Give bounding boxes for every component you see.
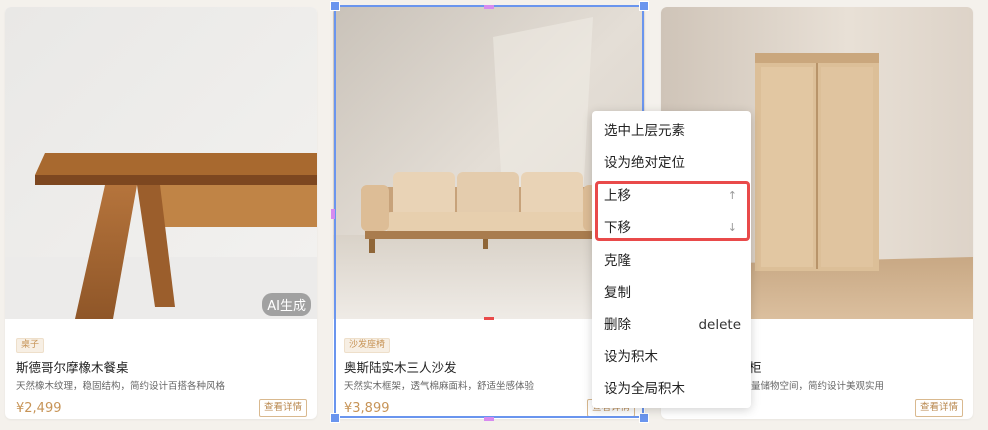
- image-boundary-marker: [484, 317, 494, 320]
- product-title: 奥斯陆实木三人沙发: [344, 360, 457, 375]
- product-description: 量储物空间，简约设计美观实用: [751, 381, 885, 392]
- view-details-button[interactable]: 查看详情: [258, 399, 307, 417]
- product-description: 天然实木框架，透气棉麻面料，舒适坐感体验: [344, 381, 535, 392]
- resize-handle-bottom[interactable]: [484, 417, 494, 421]
- resize-handle-bottom-right[interactable]: [639, 413, 649, 423]
- product-description: 天然橡木纹理，稳固结构，简约设计百搭各种风格: [16, 381, 226, 392]
- menu-item-select-parent[interactable]: 选中上层元素: [604, 120, 741, 142]
- ai-generated-badge: AI生成: [262, 293, 311, 316]
- product-image-table: AI生成: [5, 7, 317, 319]
- product-title: 斯德哥尔摩橡木餐桌: [16, 360, 129, 375]
- menu-item-set-absolute[interactable]: 设为绝对定位: [604, 152, 741, 174]
- resize-handle-top-left[interactable]: [330, 1, 340, 11]
- resize-handle-top-right[interactable]: [639, 1, 649, 11]
- product-price: ¥3,899: [344, 401, 390, 416]
- menu-item-set-block[interactable]: 设为积木: [604, 346, 741, 368]
- category-tag: 沙发座椅: [344, 338, 391, 353]
- product-card-table[interactable]: AI生成 桌子 斯德哥尔摩橡木餐桌 天然橡木纹理，稳固结构，简约设计百搭各种风格…: [5, 7, 317, 419]
- resize-handle-top[interactable]: [484, 5, 494, 9]
- menu-item-copy[interactable]: 复制: [604, 282, 741, 304]
- delete-shortcut: delete: [698, 317, 741, 333]
- category-tag: 桌子: [16, 338, 45, 353]
- menu-item-set-global-block[interactable]: 设为全局积木: [604, 378, 741, 400]
- context-menu: 选中上层元素 设为绝对定位 上移 ↑ 下移 ↓ 克隆 复制 删除 delete 设为积…: [592, 111, 751, 408]
- view-details-button[interactable]: 查看详情: [914, 399, 963, 417]
- resize-handle-left[interactable]: [331, 209, 335, 219]
- product-price: ¥2,499: [16, 401, 62, 416]
- menu-item-clone[interactable]: 克隆: [604, 250, 741, 272]
- resize-handle-bottom-left[interactable]: [330, 413, 340, 423]
- highlight-box-move-items: [595, 181, 750, 241]
- menu-item-delete[interactable]: 删除 delete: [604, 314, 741, 336]
